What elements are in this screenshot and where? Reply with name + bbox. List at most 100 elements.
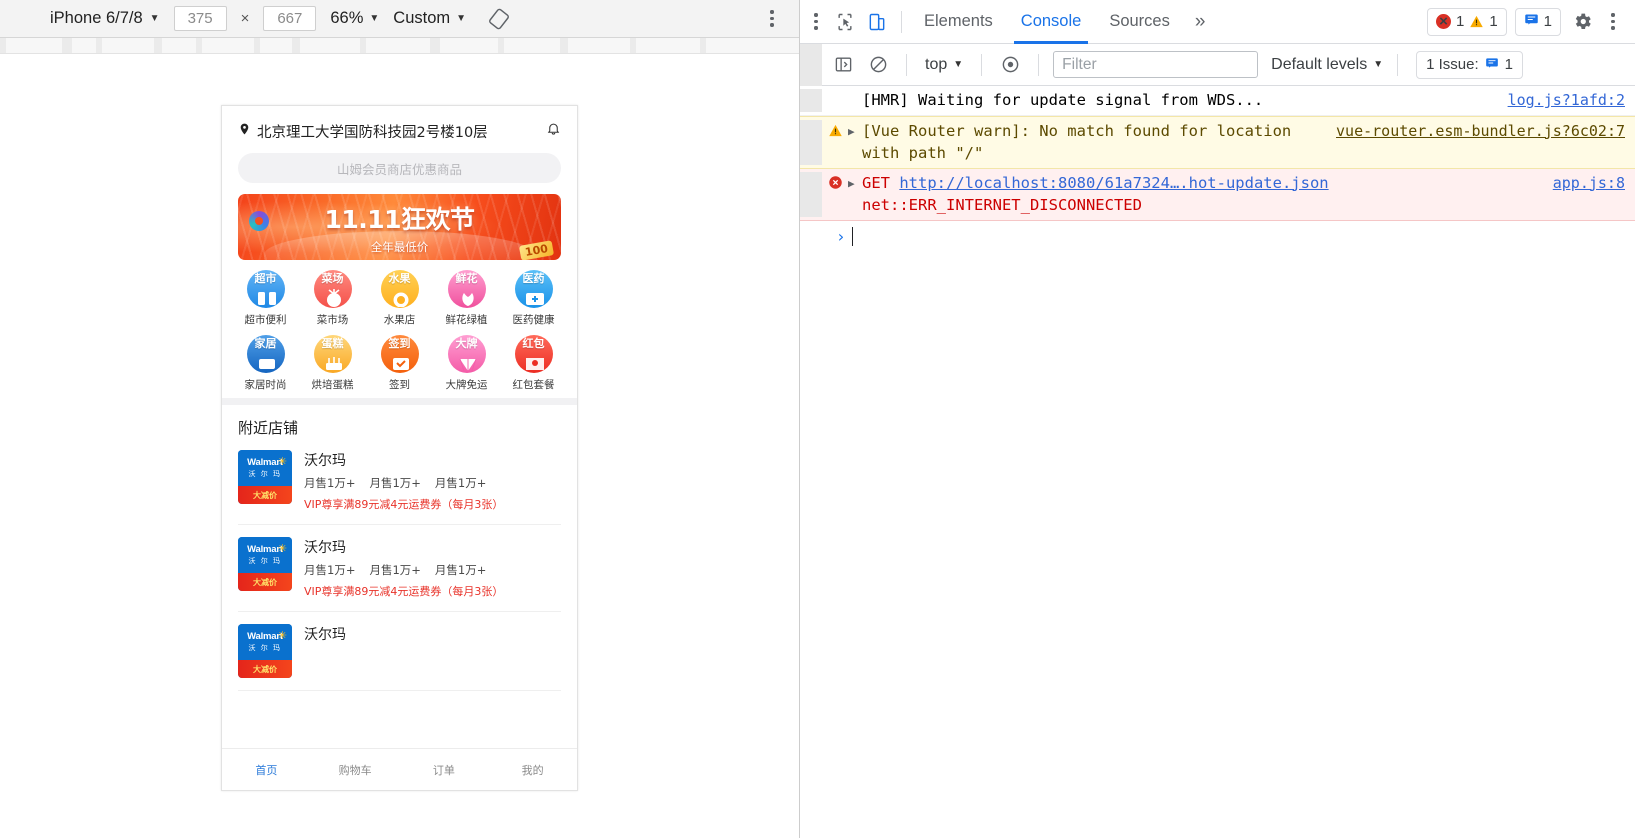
message-text: GET http://localhost:8080/61a7324….hot-u…	[862, 172, 1539, 217]
nearby-stores-section: 附近店铺 Walmart 沃 尔 玛 ✳ 大减价 沃尔玛 月售1万+ 月售1万+…	[222, 405, 577, 748]
tab-home[interactable]: 首页	[222, 762, 311, 778]
store-logo-banner: 大减价	[253, 664, 277, 674]
nearby-stores-title: 附近店铺	[238, 419, 299, 437]
toggle-device-toolbar-icon[interactable]	[862, 8, 892, 36]
devtools-more-options-icon[interactable]	[1603, 10, 1623, 34]
chevron-double-right-icon[interactable]: »	[1185, 11, 1216, 33]
message-source-link[interactable]: vue-router.esm-bundler.js?6c02:7	[1322, 120, 1625, 143]
category-home-goods[interactable]: 家居 家居时尚	[232, 335, 299, 392]
banner-text: 11.11狂欢节 全年最低价	[238, 194, 561, 255]
viewport-width-input[interactable]: 375	[173, 6, 227, 31]
tab-sources[interactable]: Sources	[1096, 0, 1183, 44]
tab-orders[interactable]: 订单	[400, 762, 489, 778]
expand-arrow-icon[interactable]: ▶	[848, 120, 862, 140]
console-prompt[interactable]: ›	[800, 221, 1635, 246]
rotate-device-icon[interactable]	[486, 6, 512, 32]
device-toolbar: iPhone 6/7/8 ▼ 375 × 667 66% ▼ Custom ▼	[0, 0, 799, 38]
category-label: 签到	[389, 379, 410, 391]
device-options-menu-icon[interactable]	[763, 8, 781, 30]
message-gutter	[800, 89, 822, 112]
flower-icon: 鲜花	[447, 270, 486, 308]
prompt-caret	[851, 226, 853, 246]
category-medicine[interactable]: 医药 医药健康	[500, 270, 567, 327]
device-selector[interactable]: iPhone 6/7/8 ▼	[50, 9, 160, 28]
category-flowers[interactable]: 鲜花 鲜花绿植	[433, 270, 500, 327]
severity-slot	[822, 89, 848, 92]
execution-context-value: top	[925, 55, 948, 73]
category-cake[interactable]: 蛋糕 烘培蛋糕	[299, 335, 366, 392]
toolbar-divider	[1397, 53, 1399, 76]
device-name: iPhone 6/7/8	[50, 9, 143, 27]
issues-badge[interactable]: 1	[1514, 7, 1561, 36]
chevron-down-icon: ▼	[1373, 58, 1384, 70]
chevron-down-icon: ▼	[456, 12, 467, 24]
toolbar-divider	[901, 10, 902, 33]
error-warning-badge[interactable]: × 1 1	[1426, 7, 1507, 36]
chevron-down-icon: ▼	[953, 58, 964, 70]
message-text: [HMR] Waiting for update signal from WDS…	[862, 91, 1264, 109]
search-input[interactable]: 山姆会员商店优惠商品	[238, 153, 561, 183]
store-coupon: VIP尊享满89元减4元运费券（每月3张）	[304, 498, 504, 511]
notification-bell-icon[interactable]	[546, 120, 561, 142]
category-brand-free-shipping[interactable]: 大牌 大牌免运	[433, 335, 500, 392]
error-detail-text: net::ERR_INTERNET_DISCONNECTED	[862, 196, 1142, 215]
message-source-link[interactable]: log.js?1afd:2	[1494, 89, 1625, 112]
category-check-in[interactable]: 签到 签到	[366, 335, 433, 392]
message-text: [Vue Router warn]: No match found for lo…	[862, 121, 1292, 163]
throttling-selector[interactable]: Custom ▼	[393, 9, 466, 28]
store-name: 沃尔玛	[304, 540, 346, 556]
dimension-separator: ×	[240, 10, 250, 27]
console-gutter	[800, 43, 822, 86]
console-filter-input[interactable]: Filter	[1053, 51, 1259, 78]
viewport-height-input[interactable]: 667	[263, 6, 317, 31]
issue-count: 1	[1543, 13, 1552, 30]
request-url-link[interactable]: http://localhost:8080/61a7324….hot-updat…	[899, 174, 1328, 192]
category-fruit[interactable]: 水果 水果店	[366, 270, 433, 327]
category-red-packet[interactable]: 红包 红包套餐	[500, 335, 567, 392]
console-toolbar: top ▼ Filter Default levels ▼ 1 Issue: 1	[800, 43, 1635, 86]
store-logo-banner: 大减价	[253, 490, 277, 500]
store-name: 沃尔玛	[304, 453, 346, 469]
prompt-chevron-icon: ›	[836, 226, 846, 246]
diamond-brand-icon: 大牌	[447, 335, 486, 373]
gear-icon[interactable]	[1569, 9, 1595, 35]
tab-elements[interactable]: Elements	[911, 0, 1006, 44]
inspect-element-icon[interactable]	[830, 8, 860, 36]
section-divider	[222, 398, 577, 405]
console-message-info[interactable]: [HMR] Waiting for update signal from WDS…	[800, 86, 1635, 116]
execution-context-selector[interactable]: top ▼	[921, 56, 967, 74]
store-list-item[interactable]: Walmart 沃 尔 玛 ✳ 大减价 沃尔玛	[238, 612, 561, 691]
category-grid: 超市 超市便利 菜场 菜市场 水果 水果店 鲜花 鲜花绿植 医药 医药健康 家居…	[222, 260, 577, 398]
store-list-item[interactable]: Walmart 沃 尔 玛 ✳ 大减价 沃尔玛 月售1万+ 月售1万+ 月售1万…	[238, 438, 561, 525]
location-pin-icon	[238, 121, 251, 142]
store-list-item[interactable]: Walmart 沃 尔 玛 ✳ 大减价 沃尔玛 月售1万+ 月售1万+ 月售1万…	[238, 525, 561, 612]
walmart-spark-icon: ✳	[277, 630, 287, 642]
store-info: 沃尔玛	[304, 624, 561, 678]
category-vegetable-market[interactable]: 菜场 菜市场	[299, 270, 366, 327]
log-levels-selector[interactable]: Default levels ▼	[1271, 56, 1383, 74]
promo-banner[interactable]: 11.11狂欢节 全年最低价 100	[238, 194, 561, 260]
devtools-left-menu-icon[interactable]	[806, 10, 826, 34]
console-issues-button[interactable]: 1 Issue: 1	[1416, 50, 1523, 79]
tab-cart[interactable]: 购物车	[311, 762, 400, 778]
category-label: 超市便利	[244, 314, 287, 326]
expand-placeholder	[848, 89, 862, 93]
console-message-warning[interactable]: ▶ [Vue Router warn]: No match found for …	[800, 115, 1635, 169]
devtools-window: iPhone 6/7/8 ▼ 375 × 667 66% ▼ Custom ▼	[0, 0, 1635, 838]
error-icon: ×	[1435, 14, 1451, 29]
message-source-link[interactable]: app.js:8	[1539, 172, 1625, 195]
store-info: 沃尔玛 月售1万+ 月售1万+ 月售1万+ VIP尊享满89元减4元运费券（每月…	[304, 537, 561, 599]
console-message-error[interactable]: ▶ GET http://localhost:8080/61a7324….hot…	[800, 168, 1635, 221]
address-row[interactable]: 北京理工大学国防科技园2号楼10层	[238, 120, 561, 142]
console-sidebar-icon[interactable]	[829, 51, 857, 79]
category-label: 家居时尚	[244, 379, 287, 391]
live-expression-icon[interactable]	[996, 51, 1024, 79]
clear-console-icon[interactable]	[864, 51, 892, 79]
tab-mine[interactable]: 我的	[488, 762, 577, 778]
toolbar-divider	[1038, 53, 1040, 76]
tab-console[interactable]: Console	[1008, 0, 1095, 44]
console-message-list[interactable]: [HMR] Waiting for update signal from WDS…	[800, 86, 1635, 838]
category-supermarket[interactable]: 超市 超市便利	[232, 270, 299, 327]
zoom-selector[interactable]: 66% ▼	[330, 9, 379, 28]
expand-arrow-icon[interactable]: ▶	[848, 172, 862, 192]
